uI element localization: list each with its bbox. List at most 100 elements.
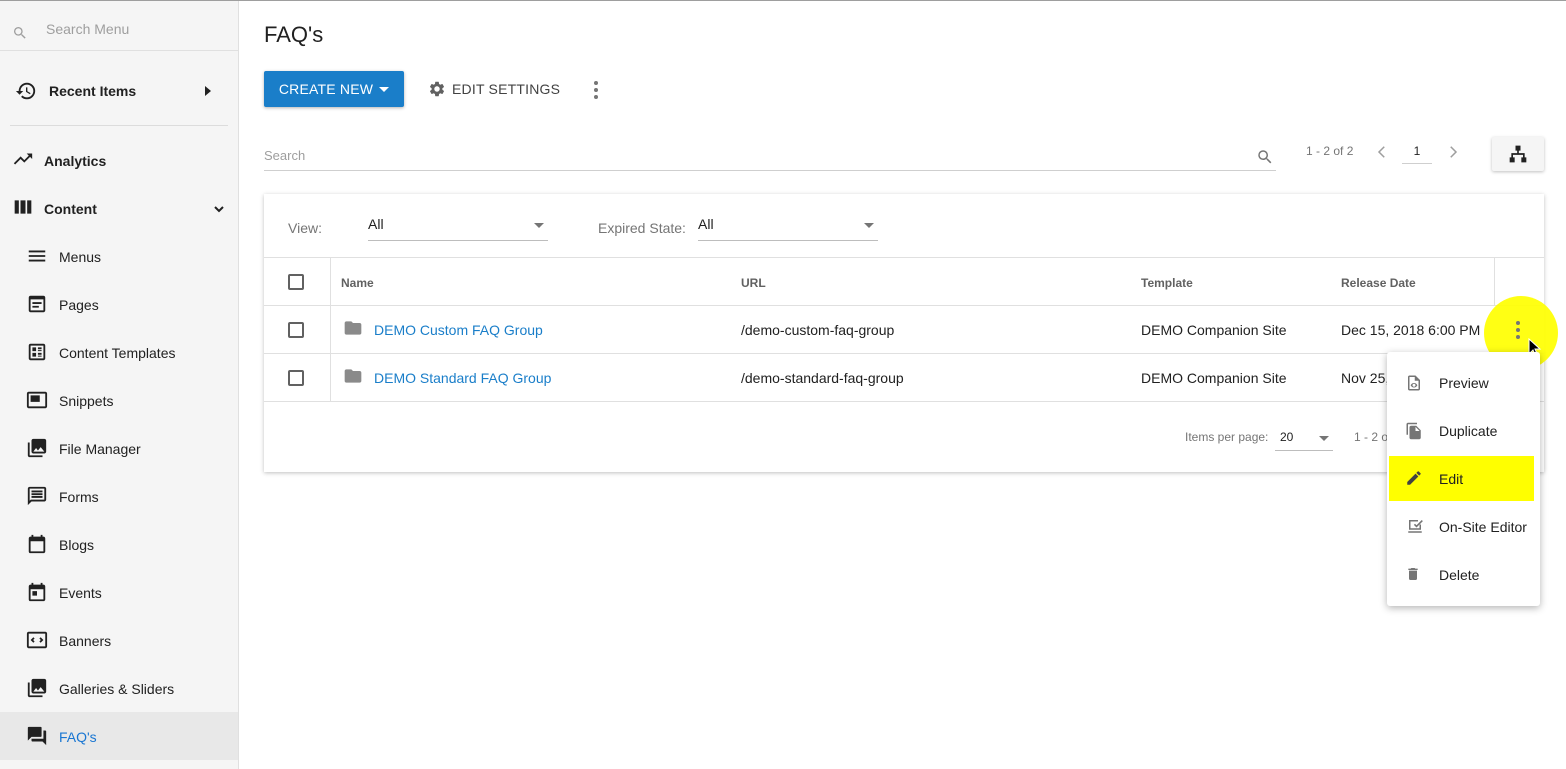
- items-per-page-label: Items per page:: [1185, 430, 1269, 444]
- folder-icon: [344, 321, 362, 335]
- sidebar-item-content-templates[interactable]: Content Templates: [0, 328, 238, 376]
- view-filter-select[interactable]: All: [368, 211, 548, 241]
- sidebar-item-label: Content: [44, 201, 97, 217]
- items-per-page-select[interactable]: 20: [1275, 425, 1333, 451]
- caret-down-icon: [864, 223, 874, 228]
- menu-item-label: Delete: [1439, 567, 1480, 583]
- search-icon[interactable]: [1256, 148, 1274, 166]
- row-template: DEMO Companion Site: [1141, 370, 1287, 386]
- sitemap-button[interactable]: [1492, 137, 1544, 171]
- caret-right-icon: [205, 86, 211, 96]
- chevron-down-icon: [214, 206, 224, 213]
- page-number-input[interactable]: 1: [1402, 140, 1432, 164]
- row-border: [264, 353, 1544, 354]
- footer-range: 1 - 2 o: [1354, 430, 1389, 444]
- pages-icon: [28, 295, 46, 313]
- history-icon: [15, 82, 36, 100]
- sidebar-item-label: Blogs: [59, 537, 95, 553]
- create-new-button[interactable]: CREATE NEW: [264, 71, 404, 107]
- search-menu-input[interactable]: [46, 21, 226, 37]
- sidebar-item-analytics[interactable]: Analytics: [0, 136, 238, 184]
- sidebar-item-label: Pages: [59, 297, 99, 313]
- select-all-checkbox[interactable]: [288, 274, 304, 290]
- table-top-border: [264, 257, 1544, 258]
- search-bar: [264, 140, 1276, 171]
- menu-item-label: Duplicate: [1439, 423, 1498, 439]
- menu-item-label: Preview: [1439, 375, 1489, 391]
- row-more-vert-icon[interactable]: [1510, 318, 1526, 342]
- sidebar-item-content[interactable]: Content: [0, 184, 238, 232]
- row-border: [264, 401, 1544, 402]
- sidebar-item-banners[interactable]: Banners: [0, 616, 238, 664]
- row-release-date: Nov 25,: [1341, 370, 1390, 386]
- banners-icon: [26, 631, 48, 649]
- menu-item-delete[interactable]: Delete: [1389, 552, 1534, 597]
- sidebar-item-label: Content Templates: [59, 345, 176, 361]
- column-header-release-date[interactable]: Release Date: [1341, 276, 1416, 290]
- sidebar-item-forms[interactable]: Forms: [0, 472, 238, 520]
- table-header-border: [264, 305, 1544, 306]
- sidebar: Recent Items Analytics Content Menus Pag…: [0, 1, 239, 769]
- menu-item-preview[interactable]: Preview: [1389, 360, 1534, 405]
- column-header-url[interactable]: URL: [741, 276, 766, 290]
- expired-state-value: All: [698, 216, 714, 232]
- menu-item-label: On-Site Editor: [1439, 519, 1527, 535]
- sidebar-item-recent-items[interactable]: Recent Items: [0, 67, 238, 115]
- row-name-link[interactable]: DEMO Standard FAQ Group: [374, 370, 551, 386]
- sidebar-item-galleries-sliders[interactable]: Galleries & Sliders: [0, 664, 238, 712]
- sidebar-item-faqs[interactable]: FAQ's: [0, 712, 238, 760]
- create-new-label: CREATE NEW: [278, 81, 374, 97]
- forms-icon: [27, 486, 47, 506]
- menu-item-duplicate[interactable]: Duplicate: [1389, 408, 1534, 453]
- row-checkbox[interactable]: [288, 322, 304, 338]
- sidebar-item-pages[interactable]: Pages: [0, 280, 238, 328]
- menu-item-edit[interactable]: Edit: [1389, 456, 1534, 501]
- column-header-template[interactable]: Template: [1141, 276, 1193, 290]
- file-manager-icon: [27, 438, 47, 458]
- sidebar-item-label: Menus: [59, 249, 102, 265]
- chevron-left-icon[interactable]: [1373, 143, 1391, 161]
- galleries-icon: [27, 678, 47, 698]
- sidebar-item-events[interactable]: Events: [0, 568, 238, 616]
- gear-icon: [429, 81, 445, 97]
- caret-down-icon: [1319, 436, 1329, 441]
- menu-icon: [28, 250, 46, 262]
- events-icon: [28, 582, 46, 602]
- blogs-icon: [28, 534, 46, 554]
- menu-item-on-site-editor[interactable]: On-Site Editor: [1389, 504, 1534, 549]
- pencil-icon: [1407, 471, 1421, 485]
- column-divider: [1494, 257, 1495, 305]
- expired-state-label: Expired State:: [598, 220, 686, 236]
- trash-icon: [1408, 568, 1418, 580]
- more-vert-icon[interactable]: [588, 78, 604, 102]
- sidebar-item-file-manager[interactable]: File Manager: [0, 424, 238, 472]
- sidebar-item-menus[interactable]: Menus: [0, 232, 238, 280]
- sidebar-item-label: Banners: [59, 633, 112, 649]
- column-header-name[interactable]: Name: [341, 276, 374, 290]
- row-context-menu: Preview Duplicate Edit On-Site Editor De…: [1387, 352, 1540, 606]
- caret-down-icon: [379, 87, 390, 92]
- view-filter-value: All: [368, 216, 384, 232]
- duplicate-icon: [1406, 422, 1421, 440]
- row-release-date: Dec 15, 2018 6:00 PM: [1341, 322, 1481, 338]
- edit-settings-button[interactable]: EDIT SETTINGS: [428, 71, 560, 107]
- sidebar-item-snippets[interactable]: Snippets: [0, 376, 238, 424]
- pager-range: 1 - 2 of 2: [1306, 144, 1354, 158]
- items-per-page-value: 20: [1280, 430, 1294, 444]
- row-template: DEMO Companion Site: [1141, 322, 1287, 338]
- row-name-link[interactable]: DEMO Custom FAQ Group: [374, 322, 543, 338]
- faq-icon: [27, 726, 47, 746]
- row-checkbox[interactable]: [288, 370, 304, 386]
- column-divider: [330, 257, 331, 401]
- sidebar-item-label: FAQ's: [59, 729, 97, 745]
- search-input[interactable]: [264, 148, 1244, 163]
- chevron-right-icon[interactable]: [1444, 143, 1462, 161]
- on-site-editor-icon: [1408, 520, 1423, 533]
- preview-icon: [1408, 375, 1420, 391]
- row-url: /demo-custom-faq-group: [741, 322, 895, 338]
- sidebar-item-label: Recent Items: [49, 83, 137, 99]
- trending-up-icon: [13, 153, 33, 165]
- sidebar-item-blogs[interactable]: Blogs: [0, 520, 238, 568]
- content-templates-icon: [28, 343, 46, 361]
- expired-state-select[interactable]: All: [698, 211, 878, 241]
